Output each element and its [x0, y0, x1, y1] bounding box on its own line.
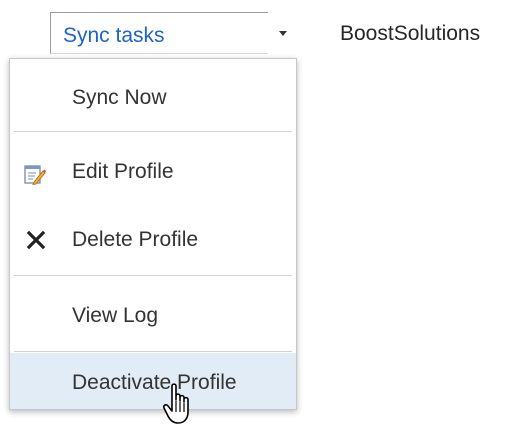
menu-item-label: Sync Now	[72, 86, 167, 109]
sync-tasks-menu: Sync Now Edit Profile Delete Profile Vie…	[9, 58, 297, 410]
delete-x-icon	[26, 230, 46, 250]
sync-tasks-label[interactable]: Sync tasks	[63, 24, 165, 48]
menu-item-deactivate-profile[interactable]: Deactivate Profile	[10, 353, 296, 409]
chevron-down-icon[interactable]	[279, 31, 287, 36]
menu-item-label: View Log	[72, 304, 159, 327]
menu-item-label: Delete Profile	[72, 228, 199, 251]
sync-tasks-dropdown[interactable]: Sync tasks	[50, 12, 268, 54]
site-name: BoostSolutions	[340, 22, 481, 45]
menu-item-view-log[interactable]: View Log	[10, 279, 296, 349]
menu-item-edit-profile[interactable]: Edit Profile	[10, 135, 296, 205]
menu-separator	[14, 131, 292, 132]
menu-item-label: Edit Profile	[72, 160, 174, 183]
menu-item-sync-now[interactable]: Sync Now	[10, 59, 296, 129]
menu-item-label: Deactivate Profile	[72, 371, 237, 394]
menu-item-delete-profile[interactable]: Delete Profile	[10, 205, 296, 273]
menu-separator	[14, 351, 292, 352]
menu-separator	[14, 275, 292, 276]
edit-document-icon	[24, 163, 46, 186]
page: Sync tasks BoostSolutions Sync Now Edit …	[0, 0, 511, 430]
